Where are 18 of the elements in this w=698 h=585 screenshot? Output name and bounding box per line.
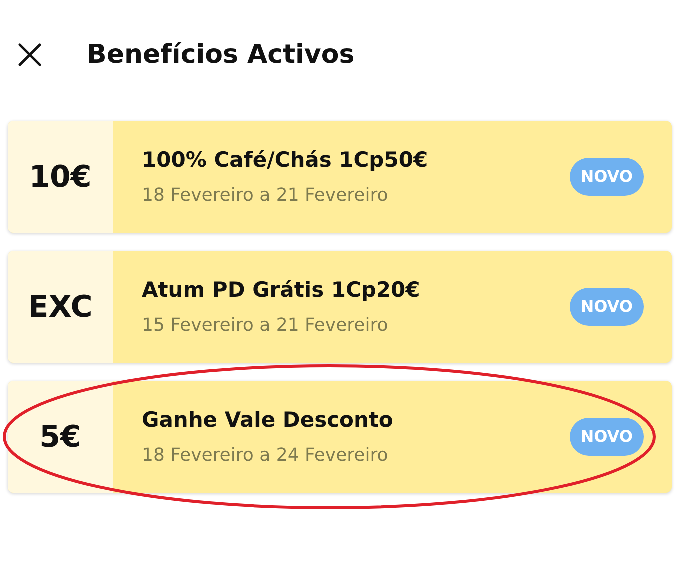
benefit-dates: 15 Fevereiro a 21 Fevereiro [142, 314, 390, 338]
benefit-title: Ganhe Vale Desconto [142, 406, 394, 434]
benefit-dates: 18 Fevereiro a 21 Fevereiro [142, 184, 390, 208]
benefit-value: 10€ [29, 158, 92, 196]
close-button[interactable] [17, 42, 43, 68]
benefit-card[interactable]: 10€ 100% Café/Chás 1Cp50€ 18 Fevereiro a 21 Fevereiro NOVO [8, 121, 672, 233]
close-icon [18, 43, 42, 67]
new-badge: NOVO [570, 158, 644, 196]
benefit-value: 5€ [40, 418, 82, 456]
benefit-value: EXC [28, 288, 93, 326]
benefit-card[interactable]: EXC Atum PD Grátis 1Cp20€ 15 Fevereiro a 21 Fevereiro NOVO [8, 251, 672, 363]
new-badge: NOVO [570, 288, 644, 326]
benefit-dates: 18 Fevereiro a 24 Fevereiro [142, 444, 390, 468]
benefit-title: Atum PD Grátis 1Cp20€ [142, 276, 422, 304]
page-title: Benefícios Activos [87, 38, 355, 72]
benefit-card[interactable]: 5€ Ganhe Vale Desconto 18 Fevereiro a 24 Fevereiro NOVO [8, 381, 672, 493]
benefit-title: 100% Café/Chás 1Cp50€ [142, 146, 430, 174]
new-badge: NOVO [570, 418, 644, 456]
